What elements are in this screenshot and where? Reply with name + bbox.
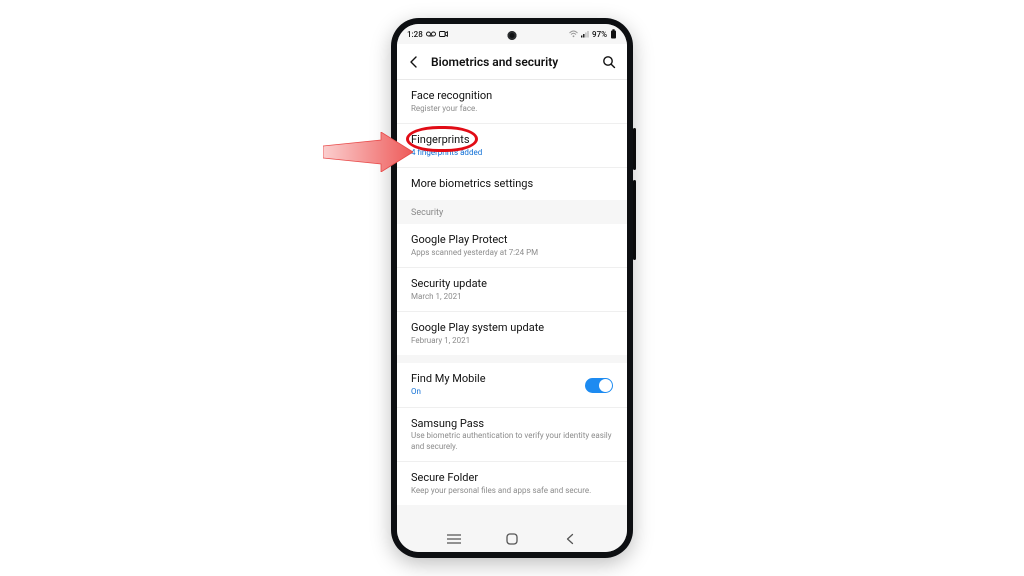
- item-subtitle: On: [411, 387, 585, 397]
- battery-icon: [610, 29, 617, 39]
- item-fingerprints[interactable]: Fingerprints 4 fingerprints added: [397, 124, 627, 168]
- item-samsung-pass[interactable]: Samsung Pass Use biometric authenticatio…: [397, 408, 627, 463]
- camera-status-icon: [439, 30, 448, 38]
- item-title: Google Play system update: [411, 321, 613, 335]
- item-title: Face recognition: [411, 89, 613, 103]
- battery-percent: 97%: [592, 30, 607, 39]
- wifi-icon: [569, 30, 578, 38]
- item-title: Secure Folder: [411, 471, 613, 485]
- phone-side-button: [633, 180, 636, 260]
- front-camera: [508, 31, 517, 40]
- phone-screen: 1:28 97%: [397, 24, 627, 552]
- android-nav-bar: [397, 526, 627, 552]
- toggle-find-my-mobile[interactable]: [585, 378, 613, 393]
- item-subtitle: February 1, 2021: [411, 336, 613, 346]
- item-google-play-protect[interactable]: Google Play Protect Apps scanned yesterd…: [397, 224, 627, 268]
- item-subtitle: March 1, 2021: [411, 292, 613, 302]
- page-title: Biometrics and security: [431, 55, 591, 69]
- voicemail-icon: [426, 30, 436, 38]
- section-label-security: Security: [397, 200, 627, 224]
- item-subtitle: Register your face.: [411, 104, 613, 114]
- item-google-play-system-update[interactable]: Google Play system update February 1, 20…: [397, 312, 627, 355]
- item-title: Find My Mobile: [411, 372, 585, 386]
- item-title: Security update: [411, 277, 613, 291]
- signal-icon: [581, 30, 589, 38]
- item-subtitle: Apps scanned yesterday at 7:24 PM: [411, 248, 613, 258]
- item-title: Samsung Pass: [411, 417, 613, 431]
- app-header: Biometrics and security: [397, 44, 627, 80]
- item-more-biometrics[interactable]: More biometrics settings: [397, 168, 627, 200]
- phone-frame: 1:28 97%: [391, 18, 633, 558]
- item-subtitle: Keep your personal files and apps safe a…: [411, 486, 613, 496]
- item-subtitle: Use biometric authentication to verify y…: [411, 431, 613, 452]
- clock: 1:28: [407, 30, 423, 39]
- nav-recents[interactable]: [445, 530, 463, 548]
- search-button[interactable]: [601, 54, 617, 70]
- item-face-recognition[interactable]: Face recognition Register your face.: [397, 80, 627, 124]
- item-subtitle: 4 fingerprints added: [411, 148, 613, 158]
- settings-list[interactable]: Face recognition Register your face. Fin…: [397, 80, 627, 526]
- section-spacer: [397, 355, 627, 363]
- nav-home[interactable]: [503, 530, 521, 548]
- back-button[interactable]: [407, 55, 421, 69]
- item-security-update[interactable]: Security update March 1, 2021: [397, 268, 627, 312]
- item-secure-folder[interactable]: Secure Folder Keep your personal files a…: [397, 462, 627, 505]
- item-title: More biometrics settings: [411, 177, 613, 191]
- item-title: Fingerprints: [411, 133, 613, 147]
- item-title: Google Play Protect: [411, 233, 613, 247]
- nav-back[interactable]: [561, 530, 579, 548]
- item-find-my-mobile[interactable]: Find My Mobile On: [397, 363, 627, 407]
- phone-side-button: [633, 128, 636, 170]
